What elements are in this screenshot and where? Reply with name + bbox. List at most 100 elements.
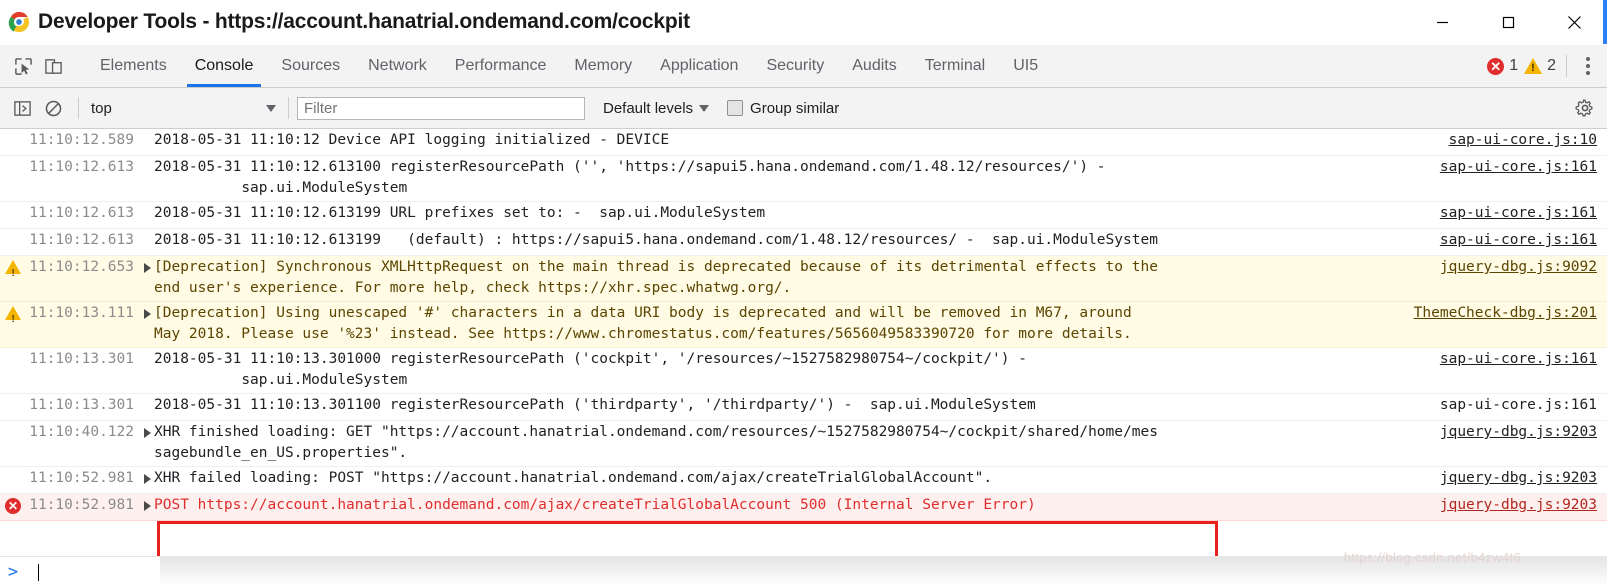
tab-label: Application [660,57,739,74]
row-timestamp: 11:10:13.111 [29,305,134,321]
warning-triangle-icon: ! [5,306,21,325]
warning-count: 2 [1547,57,1556,74]
group-similar-toggle[interactable]: Group similar [727,100,839,117]
console-row-warning[interactable]: ! 11:10:12.653 [Deprecation] Synchronous… [0,256,1607,302]
row-source-link[interactable]: sap-ui-core.js:10 [1409,130,1607,151]
row-timestamp: 11:10:40.122 [29,424,134,440]
console-prompt[interactable]: > [0,556,1607,587]
warning-triangle-icon: ! [5,260,21,279]
title-bar: Developer Tools - https://account.hanatr… [0,0,1607,45]
row-timestamp: 11:10:12.613 [29,159,134,175]
row-source-link[interactable]: sap-ui-core.js:161 [1409,157,1607,178]
tab-console[interactable]: Console [181,45,268,87]
expand-arrow-icon[interactable] [140,130,154,146]
close-icon[interactable] [1541,0,1607,44]
clear-console-icon[interactable] [39,94,67,122]
console-row[interactable]: 11:10:12.613 2018-05-31 11:10:12.613100 … [0,156,1607,202]
console-row[interactable]: 11:10:13.301 2018-05-31 11:10:13.301100 … [0,394,1607,421]
warning-count-badge[interactable]: ! 2 [1524,57,1556,75]
tab-network[interactable]: Network [354,45,441,87]
tab-label: Network [368,57,427,74]
tab-sources[interactable]: Sources [267,45,354,87]
window-edge-accent [1603,0,1607,44]
row-level-icon: ! [0,303,26,325]
expand-arrow-icon[interactable] [140,495,154,511]
row-timestamp: 11:10:12.613 [29,232,134,248]
row-source-link[interactable]: sap-ui-core.js:161 [1409,395,1607,416]
row-level-icon [0,230,26,233]
row-source-link[interactable]: jquery-dbg.js:9203 [1409,495,1607,516]
gear-icon[interactable] [1571,94,1599,122]
inspect-element-icon[interactable] [8,51,38,81]
tab-label: Security [766,57,825,74]
console-message-list[interactable]: 11:10:12.589 2018-05-31 11:10:12 Device … [0,129,1607,556]
log-levels-label: Default levels [603,99,694,117]
expand-arrow-icon[interactable] [140,422,154,438]
row-source-link[interactable]: sap-ui-core.js:161 [1409,203,1607,224]
minimize-icon[interactable] [1409,0,1475,44]
toggle-device-toolbar-icon[interactable] [38,51,68,81]
tab-terminal[interactable]: Terminal [911,45,999,87]
expand-arrow-icon[interactable] [140,230,154,246]
maximize-icon[interactable] [1475,0,1541,44]
expand-arrow-icon[interactable] [140,468,154,484]
error-count: 1 [1509,57,1519,74]
row-level-icon [0,395,26,398]
row-message: [Deprecation] Using unescaped '#' charac… [154,305,1132,342]
tab-label: Elements [100,57,167,74]
row-timestamp: 11:10:12.613 [29,205,134,221]
tab-ui5[interactable]: UI5 [999,45,1052,87]
expand-arrow-icon[interactable] [140,395,154,411]
prompt-caret-icon: > [7,562,19,582]
expand-arrow-icon[interactable] [140,203,154,219]
row-source-link[interactable]: jquery-dbg.js:9203 [1409,468,1607,489]
row-message: [Deprecation] Synchronous XMLHttpRequest… [154,259,1158,296]
tab-application[interactable]: Application [646,45,752,87]
console-row-warning[interactable]: ! 11:10:13.111 [Deprecation] Using unesc… [0,302,1607,348]
expand-arrow-icon[interactable] [140,157,154,173]
expand-arrow-icon[interactable] [140,303,154,319]
row-message: 2018-05-31 11:10:13.301100 registerResou… [154,397,1036,413]
row-level-icon: ✕ [0,495,26,514]
log-levels-select[interactable]: Default levels [603,99,710,117]
tab-performance[interactable]: Performance [441,45,561,87]
group-similar-checkbox[interactable] [727,100,744,116]
error-count-badge[interactable]: ✕ 1 [1487,57,1518,75]
warning-triangle-icon: ! [1524,58,1543,74]
console-row-error[interactable]: ✕ 11:10:52.981 POST https://account.hana… [0,494,1607,521]
row-source-link[interactable]: ThemeCheck-dbg.js:201 [1409,303,1607,324]
row-level-icon [0,422,26,425]
console-row[interactable]: 11:10:52.981 XHR failed loading: POST "h… [0,467,1607,494]
row-message: 2018-05-31 11:10:12.613199 (default) : h… [154,232,1158,248]
expand-arrow-icon[interactable] [140,349,154,365]
filter-input[interactable] [297,96,585,120]
counter-divider [1566,55,1567,77]
console-row[interactable]: 11:10:12.613 2018-05-31 11:10:12.613199 … [0,202,1607,229]
row-source-link[interactable]: jquery-dbg.js:9092 [1409,257,1607,278]
console-row[interactable]: 11:10:40.122 XHR finished loading: GET "… [0,421,1607,467]
console-toolbar: top Default levels Group similar [0,88,1607,129]
tab-memory[interactable]: Memory [560,45,646,87]
expand-arrow-icon[interactable] [140,257,154,273]
error-circle-icon: ✕ [1487,57,1505,75]
console-sidebar-icon[interactable] [8,94,36,122]
tab-elements[interactable]: Elements [86,45,181,87]
row-source-link[interactable]: sap-ui-core.js:161 [1409,230,1607,251]
kebab-menu-icon[interactable] [1575,51,1601,81]
tab-label: Performance [454,57,547,74]
row-source-link[interactable]: jquery-dbg.js:9203 [1409,422,1607,443]
tab-audits[interactable]: Audits [838,45,910,87]
console-row[interactable]: 11:10:12.613 2018-05-31 11:10:12.613199 … [0,229,1607,256]
tab-label: Audits [852,57,897,74]
row-source-link[interactable]: sap-ui-core.js:161 [1409,349,1607,370]
execution-context-select[interactable]: top [87,100,280,117]
console-row[interactable]: 11:10:13.301 2018-05-31 11:10:13.301000 … [0,348,1607,394]
tab-security[interactable]: Security [752,45,838,87]
chevron-down-icon [266,104,276,112]
row-level-icon [0,130,26,133]
console-row[interactable]: 11:10:12.589 2018-05-31 11:10:12 Device … [0,129,1607,156]
issue-counters: ✕ 1 ! 2 [1487,45,1607,87]
row-level-icon: ! [0,257,26,279]
toolbar-divider [78,97,79,119]
row-message: XHR failed loading: POST "https://accoun… [154,470,993,486]
